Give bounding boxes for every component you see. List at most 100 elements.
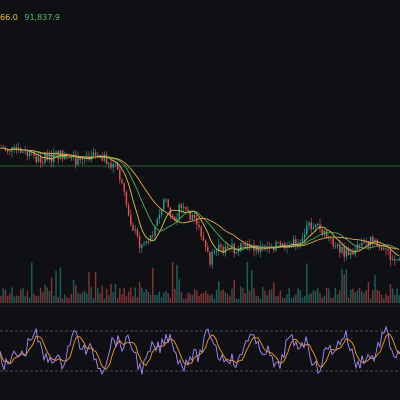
candle-body [94, 152, 97, 156]
volume-bar [284, 298, 286, 303]
volume-bar [4, 289, 7, 303]
volume-bar [15, 295, 18, 303]
volume-bar [90, 287, 92, 303]
volume-bar [185, 298, 187, 303]
candle-body [9, 151, 11, 152]
candle-body [332, 238, 334, 247]
volume-bar [394, 294, 396, 303]
volume-bar [187, 292, 189, 303]
volume-bar [354, 292, 356, 303]
candle-body [275, 242, 277, 251]
volume-bar [319, 292, 321, 303]
volume-bar [97, 288, 99, 303]
volume-bar [242, 288, 244, 303]
candle-body [105, 154, 108, 165]
volume-bar [281, 297, 284, 303]
candle-body [301, 238, 304, 242]
volume-bar [356, 290, 359, 303]
volume-bar [53, 295, 55, 303]
volume-bar [92, 298, 95, 303]
trading-chart[interactable]: 66.0 91,837.9 [0, 0, 400, 400]
volume-bar [83, 291, 86, 303]
volume-bar [328, 288, 330, 303]
volume-bar [79, 293, 81, 303]
volume-bar [191, 295, 194, 303]
volume-bar [13, 296, 15, 303]
volume-bar [46, 287, 48, 303]
candle-body [61, 150, 64, 160]
volume-bar [108, 295, 110, 303]
candle-body [138, 236, 141, 249]
volume-bar [237, 298, 240, 303]
volume-bar [180, 291, 183, 303]
volume-bar [220, 290, 222, 303]
volume-bar [321, 297, 323, 303]
volume-bar [341, 268, 343, 303]
volume-bar [167, 293, 169, 303]
volume-bar [72, 280, 75, 303]
candle [59, 150, 62, 160]
volume-bar [66, 297, 68, 303]
candle-body [361, 243, 363, 246]
candle-body [202, 236, 205, 241]
volume-bar [222, 289, 224, 303]
volume-bar [233, 279, 235, 303]
candle [149, 234, 152, 243]
volume-bar [277, 295, 279, 303]
candle-body [97, 155, 99, 156]
candle-body [13, 147, 15, 148]
volume-bar [253, 288, 255, 303]
candle-body [339, 244, 341, 253]
volume-bar [77, 292, 79, 303]
volume-bar [119, 288, 121, 303]
volume-bar [306, 263, 308, 303]
volume-bar [0, 296, 2, 303]
volume-bar [6, 296, 9, 303]
candle-body [211, 251, 213, 265]
volume-bar [136, 297, 139, 303]
volume-bar [116, 298, 119, 303]
volume-bar [26, 291, 29, 303]
candle-body [191, 215, 194, 220]
candle-body [224, 246, 227, 254]
candle-body [396, 260, 398, 261]
candle-body [323, 230, 326, 235]
volume-bar [158, 291, 161, 303]
volume-bar [240, 286, 242, 303]
candle-body [143, 243, 145, 245]
candle-body [171, 215, 174, 217]
volume-bar [286, 294, 288, 303]
candle-body [306, 225, 308, 235]
volume-bar [176, 264, 178, 303]
candle-body [200, 227, 202, 237]
candle-body [35, 155, 37, 162]
volume-bar [105, 288, 108, 303]
candle-body [37, 156, 40, 162]
volume-bar [147, 291, 150, 303]
volume-bar [154, 294, 156, 303]
volume-bar [310, 293, 312, 303]
volume-bar [48, 291, 51, 303]
candle-body [77, 157, 79, 165]
volume-bar [17, 296, 20, 303]
volume-bar [112, 292, 114, 303]
volume-bar [273, 282, 275, 303]
volume-bar [246, 262, 249, 303]
volume-bar [24, 296, 26, 303]
candle-body [389, 250, 392, 261]
chart-canvas[interactable] [0, 0, 400, 400]
volume-bar [231, 288, 233, 303]
volume-bar [367, 281, 370, 303]
volume-bar [339, 290, 341, 303]
volume-bar [270, 289, 273, 303]
candle-body [345, 248, 348, 257]
candle-body [158, 214, 161, 219]
volume-bar [88, 271, 90, 303]
volume-bar [312, 290, 315, 303]
volume-bar [68, 297, 70, 303]
volume-bar [134, 287, 136, 303]
volume-bar [33, 293, 35, 303]
candle-body [383, 248, 385, 250]
candle-body [141, 244, 143, 249]
volume-bar [224, 291, 227, 303]
